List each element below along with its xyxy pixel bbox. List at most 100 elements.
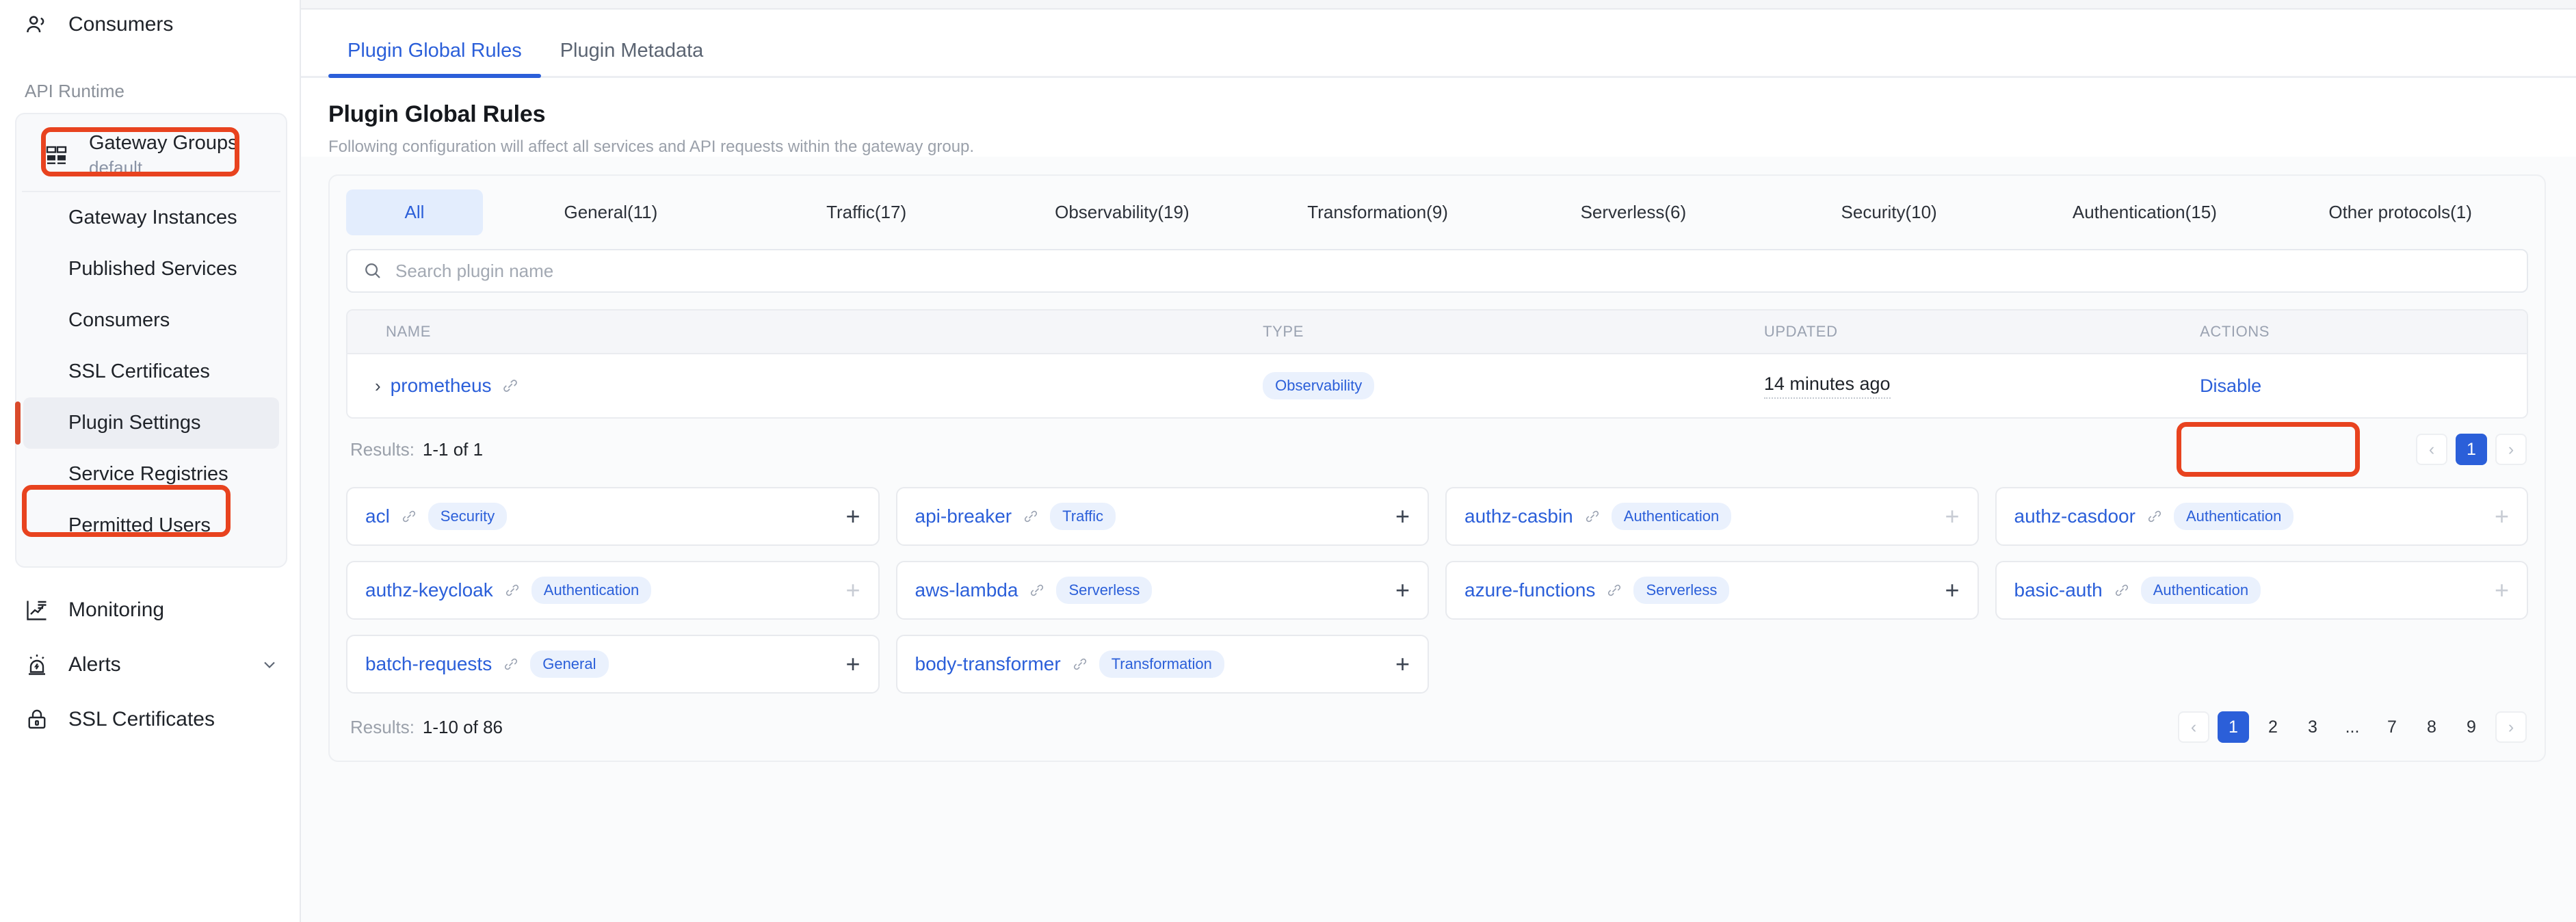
pagination-page-1[interactable]: 1 <box>2456 434 2487 465</box>
plugin-card-authz-keycloak[interactable]: authz-keycloak Authentication + <box>346 561 880 620</box>
sidebar-item-gateway-groups[interactable]: Gateway Groups default <box>22 120 280 192</box>
plugin-card-tag: Authentication <box>531 577 651 604</box>
filter-tab-serverless[interactable]: Serverless(6) <box>1506 189 1761 235</box>
global-rules-table: NAME TYPE UPDATED ACTIONS › prometheus <box>346 309 2528 419</box>
plugin-card-name[interactable]: body-transformer <box>915 653 1061 675</box>
plugin-card-name[interactable]: authz-keycloak <box>365 579 493 601</box>
plugin-card-body-transformer[interactable]: body-transformer Transformation + <box>896 635 1430 694</box>
link-chain-icon[interactable] <box>2146 508 2163 525</box>
pagination-page-7[interactable]: 7 <box>2376 711 2408 743</box>
pagination-page-9[interactable]: 9 <box>2456 711 2487 743</box>
sidebar-item-plugin-settings[interactable]: Plugin Settings <box>23 397 279 449</box>
plugin-card-aws-lambda[interactable]: aws-lambda Serverless + <box>896 561 1430 620</box>
pagination-next-button[interactable]: › <box>2495 711 2527 743</box>
plugin-card-name[interactable]: batch-requests <box>365 653 492 675</box>
plugin-card-name[interactable]: acl <box>365 505 390 527</box>
page-header: Plugin Global Rules Following configurat… <box>301 78 2576 157</box>
sidebar-item-service-registries[interactable]: Service Registries <box>23 449 279 500</box>
link-chain-icon[interactable] <box>1606 582 1622 598</box>
search-box[interactable] <box>346 249 2528 293</box>
expand-chevron-right-icon[interactable]: › <box>375 377 381 395</box>
sidebar-item-consumers[interactable]: Consumers <box>23 295 279 346</box>
plugin-card-name[interactable]: azure-functions <box>1464 579 1595 601</box>
pagination-page-2[interactable]: 2 <box>2257 711 2289 743</box>
tab-plugin-global-rules[interactable]: Plugin Global Rules <box>328 41 541 76</box>
pagination-prev-button[interactable]: ‹ <box>2178 711 2209 743</box>
plugin-card-name[interactable]: basic-auth <box>2014 579 2103 601</box>
search-input[interactable] <box>395 261 2512 282</box>
plugin-card-authz-casbin[interactable]: authz-casbin Authentication + <box>1445 487 1979 546</box>
updated-timestamp: 14 minutes ago <box>1764 373 1891 399</box>
plugin-card-acl[interactable]: acl Security + <box>346 487 880 546</box>
add-plugin-icon[interactable]: + <box>2495 578 2509 603</box>
plugin-card-authz-casdoor[interactable]: authz-casdoor Authentication + <box>1995 487 2529 546</box>
chart-icon <box>23 596 51 624</box>
alert-siren-icon <box>23 651 51 679</box>
add-plugin-icon[interactable]: + <box>845 578 860 603</box>
sidebar-item-monitoring[interactable]: Monitoring <box>0 583 300 637</box>
table-cell-updated: 14 minutes ago <box>1764 373 2200 399</box>
add-plugin-icon[interactable]: + <box>1945 578 1959 603</box>
sidebar-item-published-services[interactable]: Published Services <box>23 243 279 295</box>
link-chain-icon[interactable] <box>1584 508 1601 525</box>
plugin-card-azure-functions[interactable]: azure-functions Serverless + <box>1445 561 1979 620</box>
link-chain-icon[interactable] <box>401 508 417 525</box>
filter-tab-general[interactable]: General(11) <box>483 189 739 235</box>
pagination-page-1[interactable]: 1 <box>2218 711 2249 743</box>
plugin-card-api-breaker[interactable]: api-breaker Traffic + <box>896 487 1430 546</box>
pagination-page-3[interactable]: 3 <box>2297 711 2328 743</box>
chevron-down-icon[interactable] <box>260 655 279 674</box>
plugin-name-link[interactable]: prometheus <box>391 375 492 397</box>
link-chain-icon[interactable] <box>504 582 521 598</box>
plugins-panel: All General(11) Traffic(17) Observabilit… <box>328 174 2546 762</box>
sidebar-bottom-nav: Monitoring Alerts <box>0 583 300 747</box>
sidebar-item-permitted-users[interactable]: Permitted Users <box>23 500 279 551</box>
filter-tab-transformation[interactable]: Transformation(9) <box>1250 189 1506 235</box>
add-plugin-icon[interactable]: + <box>2495 504 2509 529</box>
plugin-card-name[interactable]: authz-casdoor <box>2014 505 2135 527</box>
sidebar-item-gateway-instances[interactable]: Gateway Instances <box>23 192 279 243</box>
app-root: Consumers API Runtime Gateway Groups <box>0 0 2576 922</box>
add-plugin-icon[interactable]: + <box>1945 504 1959 529</box>
link-chain-icon[interactable] <box>501 377 519 395</box>
add-plugin-icon[interactable]: + <box>1395 652 1410 676</box>
pagination-prev-button[interactable]: ‹ <box>2416 434 2447 465</box>
plugin-card-tag: Serverless <box>1056 577 1152 604</box>
add-plugin-icon[interactable]: + <box>845 504 860 529</box>
sidebar-item-consumers-top[interactable]: Consumers <box>0 0 300 49</box>
sidebar-item-label: Monitoring <box>68 598 279 622</box>
sidebar-item-alerts[interactable]: Alerts <box>0 637 300 692</box>
filter-tab-other-protocols[interactable]: Other protocols(1) <box>2272 189 2528 235</box>
sidebar-item-ssl-certificates-bottom[interactable]: SSL Certificates <box>0 692 300 747</box>
filter-tab-observability[interactable]: Observability(19) <box>995 189 1250 235</box>
pagination-page-8[interactable]: 8 <box>2416 711 2447 743</box>
tab-plugin-metadata[interactable]: Plugin Metadata <box>541 41 723 76</box>
filter-tab-traffic[interactable]: Traffic(17) <box>739 189 995 235</box>
plugin-card-name[interactable]: api-breaker <box>915 505 1012 527</box>
plugin-card-name[interactable]: authz-casbin <box>1464 505 1573 527</box>
link-chain-icon[interactable] <box>1023 508 1039 525</box>
column-header-type: TYPE <box>1263 323 1764 341</box>
add-plugin-icon[interactable]: + <box>1395 578 1410 603</box>
link-chain-icon[interactable] <box>503 656 519 672</box>
add-plugin-icon[interactable]: + <box>845 652 860 676</box>
results-label: Results: <box>350 717 415 738</box>
link-chain-icon[interactable] <box>2114 582 2130 598</box>
plugin-card-tag: Authentication <box>1612 503 1731 530</box>
server-rack-icon <box>44 142 71 169</box>
filter-tab-authentication[interactable]: Authentication(15) <box>2017 189 2273 235</box>
disable-button[interactable]: Disable <box>2200 376 2261 396</box>
link-chain-icon[interactable] <box>1072 656 1088 672</box>
gateway-groups-title: Gateway Groups <box>89 132 238 155</box>
pagination-next-button[interactable]: › <box>2495 434 2527 465</box>
sidebar-item-ssl-certificates[interactable]: SSL Certificates <box>23 346 279 397</box>
filter-tab-all[interactable]: All <box>346 189 483 235</box>
plugin-card-name[interactable]: aws-lambda <box>915 579 1018 601</box>
link-chain-icon[interactable] <box>1029 582 1045 598</box>
add-plugin-icon[interactable]: + <box>1395 504 1410 529</box>
table-row: › prometheus Observability <box>347 354 2527 417</box>
filter-tab-security[interactable]: Security(10) <box>1761 189 2017 235</box>
plugin-card-batch-requests[interactable]: batch-requests General + <box>346 635 880 694</box>
plugin-cards-grid: acl Security + api-breaker Traffic + aut… <box>330 480 2545 694</box>
plugin-card-basic-auth[interactable]: basic-auth Authentication + <box>1995 561 2529 620</box>
